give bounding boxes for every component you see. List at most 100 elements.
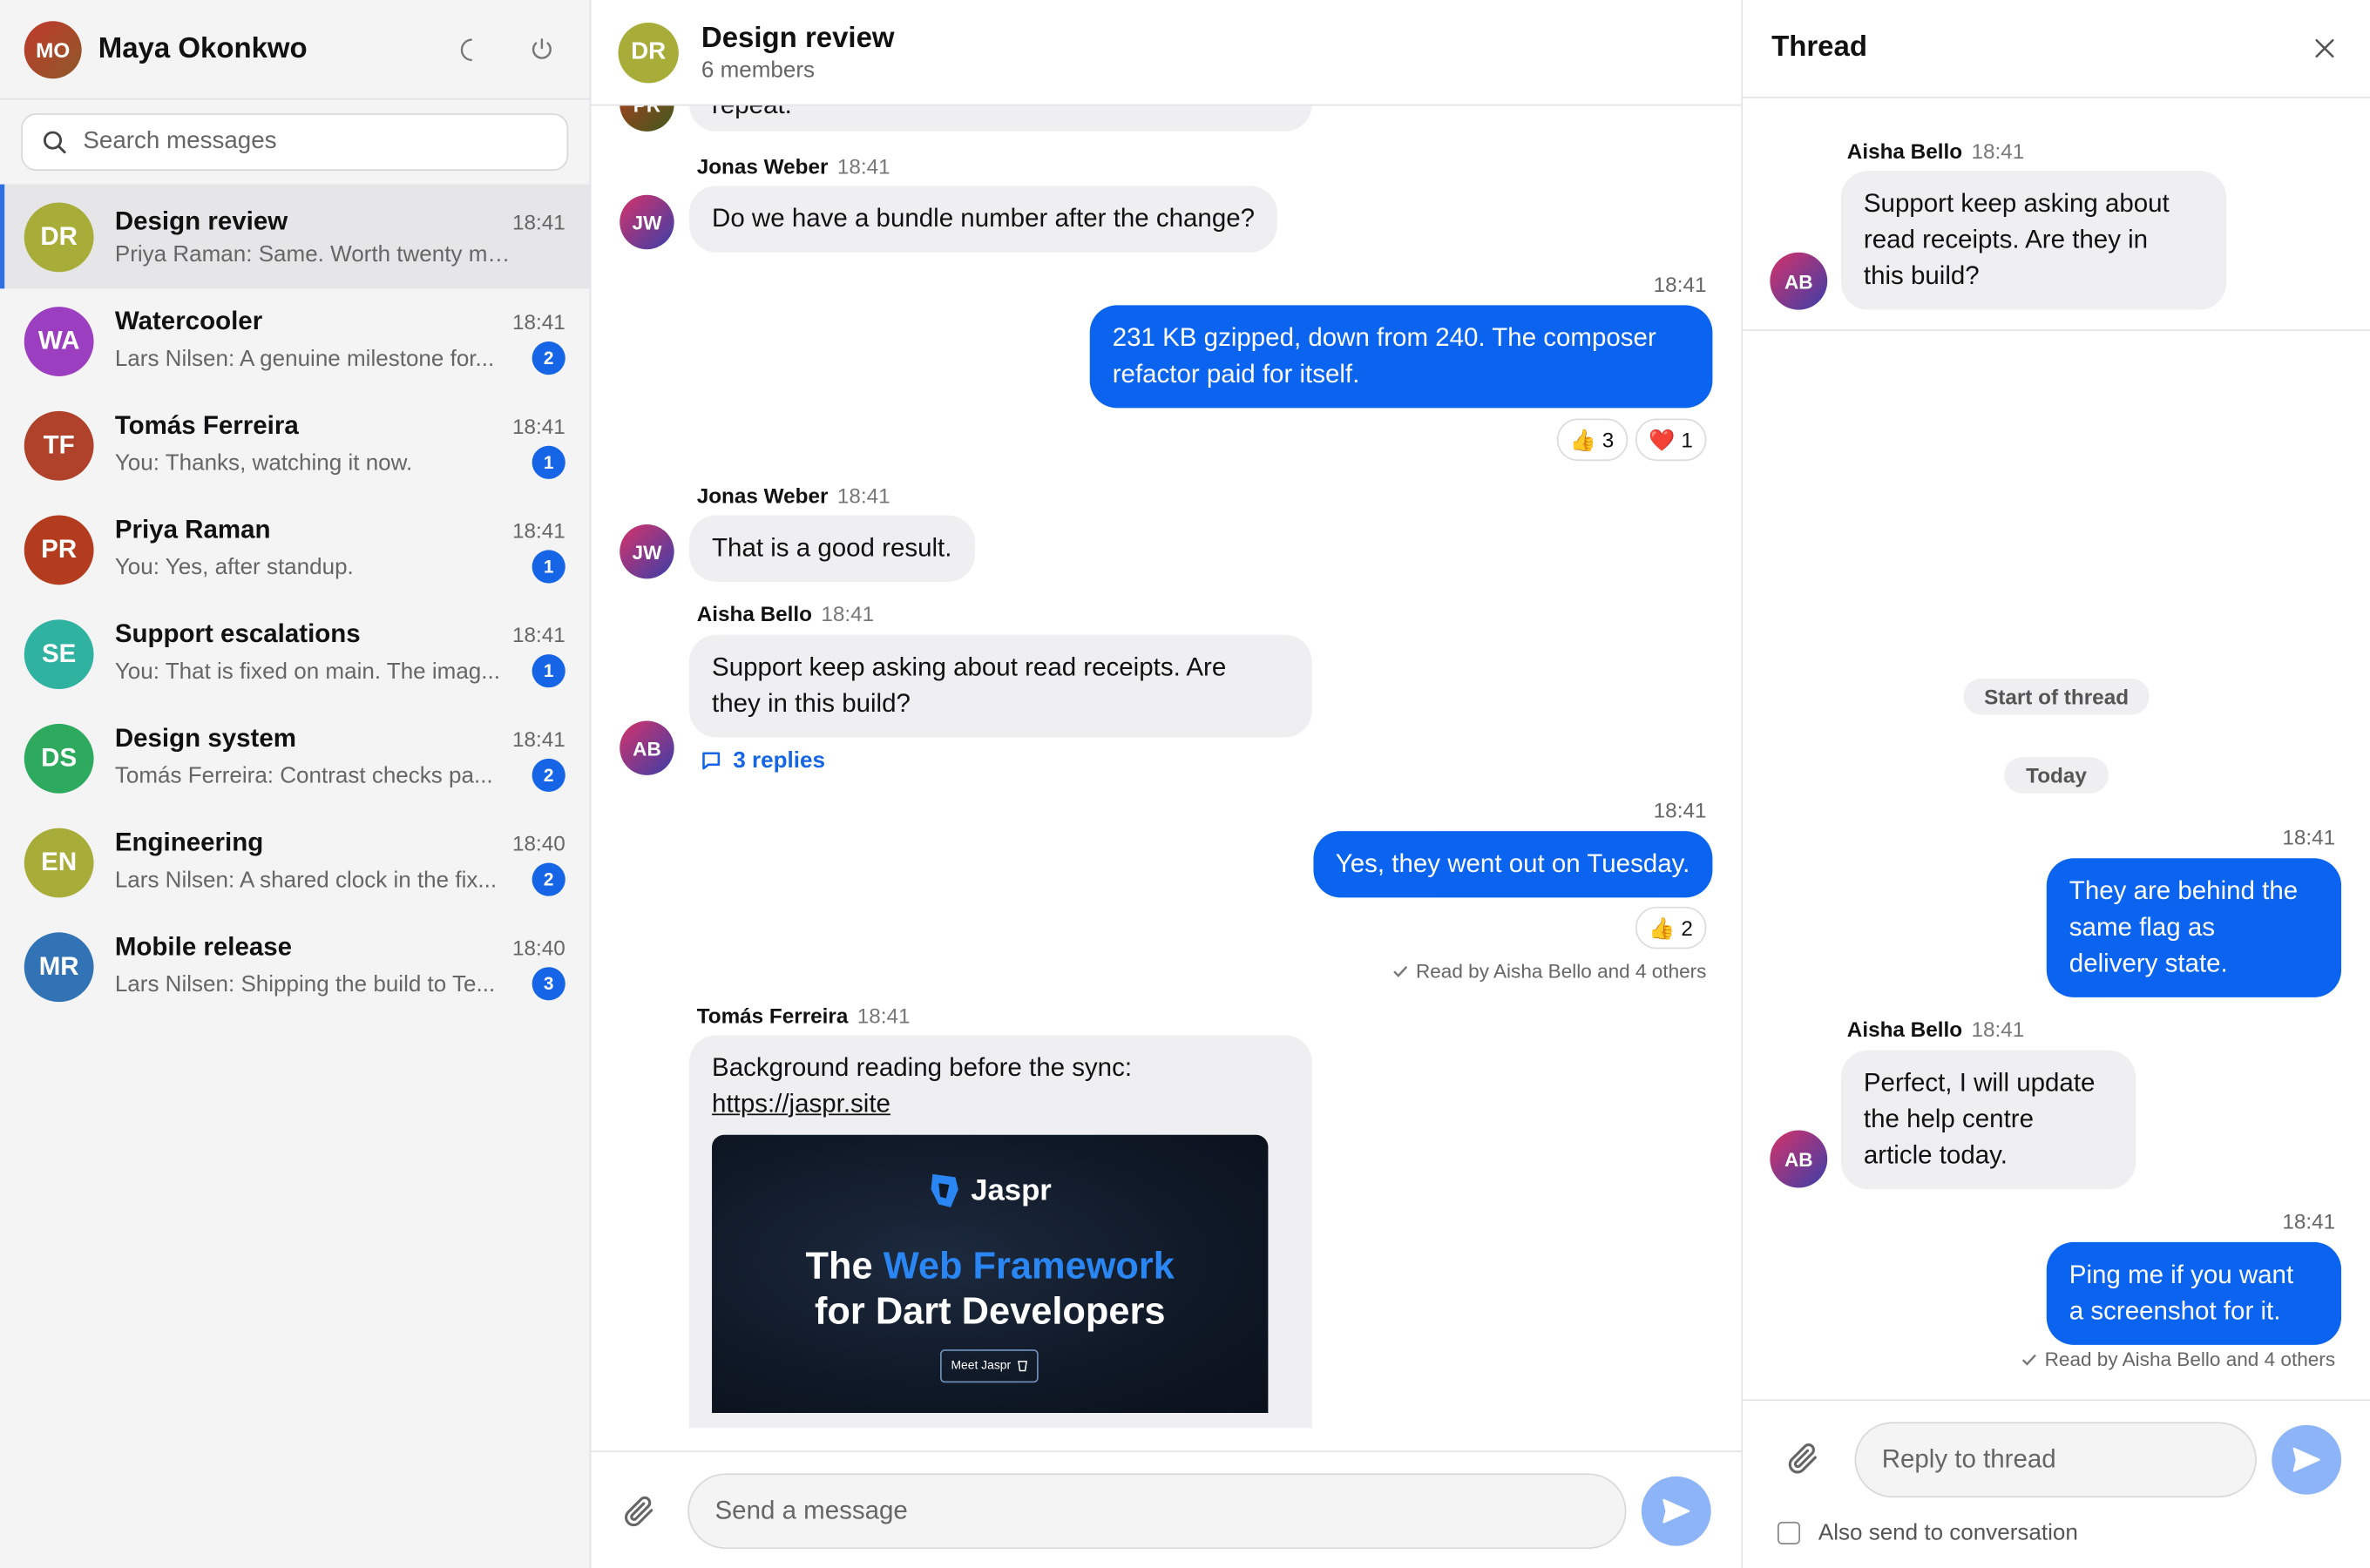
unread-badge: 2: [532, 758, 565, 792]
thread-panel: Thread Aisha Bello 18:41 AB Support keep …: [1743, 0, 2370, 1568]
thread-header: Thread: [1743, 0, 2370, 98]
send-icon: [1662, 1497, 1690, 1523]
conversation-title: Tomás Ferreira: [114, 410, 299, 440]
message-input-field[interactable]: [687, 1472, 1627, 1549]
user-avatar[interactable]: MO: [24, 20, 82, 78]
conversation-item[interactable]: EN Engineering 18:40 Lars Nilsen: A shar…: [0, 810, 590, 915]
conversation-item[interactable]: WA Watercooler 18:41 Lars Nilsen: A genu…: [0, 288, 590, 393]
power-icon[interactable]: [517, 25, 565, 74]
send-icon: [2292, 1447, 2320, 1472]
conversation-item[interactable]: TF Tomás Ferreira 18:41 You: Thanks, wat…: [0, 393, 590, 497]
chat-header: DR Design review 6 members: [591, 0, 1742, 106]
conversation-title: Design review: [114, 206, 288, 235]
reaction-chip[interactable]: 👍 3: [1555, 418, 1628, 462]
message-input[interactable]: [714, 1495, 1600, 1526]
conversation-preview: Tomás Ferreira: Contrast checks pa...: [114, 762, 493, 788]
message-bubble-outgoing: Yes, they went out on Tuesday.: [1312, 831, 1713, 898]
message-sender: Aisha Bello 18:41: [1846, 1017, 2025, 1042]
unread-badge: 1: [532, 654, 565, 688]
thread-reply-input[interactable]: [1881, 1444, 2230, 1476]
conversation-item[interactable]: DR Design review 18:41 Priya Raman: Same…: [0, 184, 590, 289]
conversation-title: Mobile release: [114, 932, 293, 962]
user-name: Maya Okonkwo: [98, 32, 308, 64]
conversation-preview: You: That is fixed on main. The imag...: [114, 658, 500, 684]
message-avatar[interactable]: JW: [620, 524, 674, 579]
message-bubble: Perfect, I will update the help centre art…: [1840, 1050, 2136, 1190]
link-preview-logo: Jaspr: [712, 1171, 1268, 1210]
message-bubble: That is a good result.: [689, 515, 975, 582]
reaction-chip[interactable]: ❤️ 1: [1635, 418, 1707, 462]
also-send-option[interactable]: Also send to conversation: [1778, 1520, 2078, 1546]
jaspr-logo-icon: [931, 1173, 959, 1208]
conversation-time: 18:40: [511, 831, 565, 855]
message-bubble-partial: repeat.: [689, 105, 1312, 132]
moon-icon[interactable]: [444, 25, 493, 74]
chat-title[interactable]: Design review: [701, 22, 895, 55]
message-bubble-outgoing: 231 KB gzipped, down from 240. The compo…: [1089, 305, 1713, 409]
conversation-title: Watercooler: [114, 307, 263, 336]
read-receipt[interactable]: Read by Aisha Bello and 4 others: [2021, 1348, 2335, 1370]
message-list[interactable]: PR repeat. Jonas Weber18:41 JW Do we hav…: [591, 105, 1741, 1450]
check-icon: [1392, 965, 1407, 977]
unread-badge: 1: [532, 550, 565, 584]
message-avatar[interactable]: AB: [1770, 252, 1828, 310]
conversation-item[interactable]: DS Design system 18:41 Tomás Ferreira: C…: [0, 706, 590, 810]
thread-replies-link[interactable]: 3 replies: [700, 748, 825, 774]
conversation-item[interactable]: PR Priya Raman 18:41 You: Yes, after sta…: [0, 497, 590, 602]
unread-badge: 3: [532, 967, 565, 1001]
chat-member-count[interactable]: 6 members: [701, 57, 895, 82]
conversation-avatar: MR: [24, 931, 94, 1002]
conversation-list: DR Design review 18:41 Priya Raman: Same…: [0, 184, 590, 1568]
conversation-item[interactable]: SE Support escalations 18:41 You: That i…: [0, 601, 590, 706]
message-link[interactable]: https://jaspr.site: [712, 1090, 890, 1119]
attach-icon[interactable]: [621, 1492, 660, 1529]
conversation-avatar: WA: [24, 306, 94, 376]
search-box[interactable]: [21, 113, 569, 172]
message-bubble: Do we have a bundle number after the cha…: [689, 186, 1278, 253]
conversation-avatar: TF: [24, 409, 94, 480]
conversation-time: 18:41: [511, 209, 565, 234]
search-icon: [43, 131, 66, 154]
conversation-preview: Lars Nilsen: A shared clock in the fix..…: [114, 866, 498, 893]
also-send-checkbox[interactable]: [1778, 1521, 1801, 1544]
message-bubble-outgoing: Ping me if you want a screenshot for it.: [2046, 1241, 2342, 1345]
send-button[interactable]: [1641, 1475, 1711, 1545]
conversation-preview: Lars Nilsen: Shipping the build to Te...: [114, 970, 496, 997]
attach-icon[interactable]: [1785, 1440, 1822, 1484]
conversation-preview: You: Thanks, watching it now.: [114, 449, 413, 476]
conversation-avatar: EN: [24, 827, 94, 897]
conversation-time: 18:41: [511, 622, 565, 647]
message-avatar[interactable]: JW: [620, 194, 674, 250]
thread-message-list[interactable]: Start of thread Today 18:41 They are beh…: [1743, 331, 2370, 1399]
message-avatar[interactable]: PR: [620, 105, 674, 132]
conversation-preview: Priya Raman: Same. Worth twenty minut...: [114, 240, 511, 267]
unread-badge: 2: [532, 341, 565, 375]
conversation-avatar: PR: [24, 514, 94, 585]
thread-composer: Also send to conversation: [1743, 1399, 2370, 1568]
search-input[interactable]: [83, 128, 507, 156]
chat-avatar[interactable]: DR: [618, 22, 679, 83]
check-icon: [2021, 1354, 2036, 1366]
thread-reply-field[interactable]: [1854, 1422, 2257, 1498]
read-receipt[interactable]: Read by Aisha Bello and 4 others: [1392, 960, 1706, 983]
close-icon[interactable]: [2306, 30, 2343, 67]
conversation-title: Design system: [114, 723, 297, 753]
message-sender: Jonas Weber 18:41: [696, 483, 890, 508]
reaction-emoji: ❤️: [1649, 427, 1676, 451]
link-preview-button: Meet Jaspr: [939, 1349, 1039, 1383]
thread-send-button[interactable]: [2272, 1424, 2342, 1495]
reaction-chip[interactable]: 👍 2: [1635, 906, 1707, 950]
also-send-label: Also send to conversation: [1818, 1520, 2078, 1546]
message-avatar[interactable]: AB: [620, 720, 674, 775]
sidebar-header: MO Maya Okonkwo: [0, 0, 590, 100]
message-bubble-outgoing: They are behind the same flag as delivery …: [2046, 858, 2342, 997]
unread-badge: 2: [532, 862, 565, 896]
link-preview-card[interactable]: Jaspr The Web Framework for Dart Develop…: [712, 1134, 1269, 1413]
date-separator: Today: [2004, 757, 2109, 794]
link-preview-headline: The Web Framework for Dart Developers: [805, 1245, 1175, 1334]
message-time: 18:41: [1653, 272, 1707, 297]
conversation-item[interactable]: MR Mobile release 18:40 Lars Nilsen: Shi…: [0, 914, 590, 1018]
reaction-bar: 👍 3 ❤️ 1: [1555, 418, 1707, 462]
message-avatar[interactable]: AB: [1770, 1130, 1828, 1188]
thread-parent-message: Aisha Bello 18:41 AB Support keep asking …: [1743, 98, 2370, 331]
